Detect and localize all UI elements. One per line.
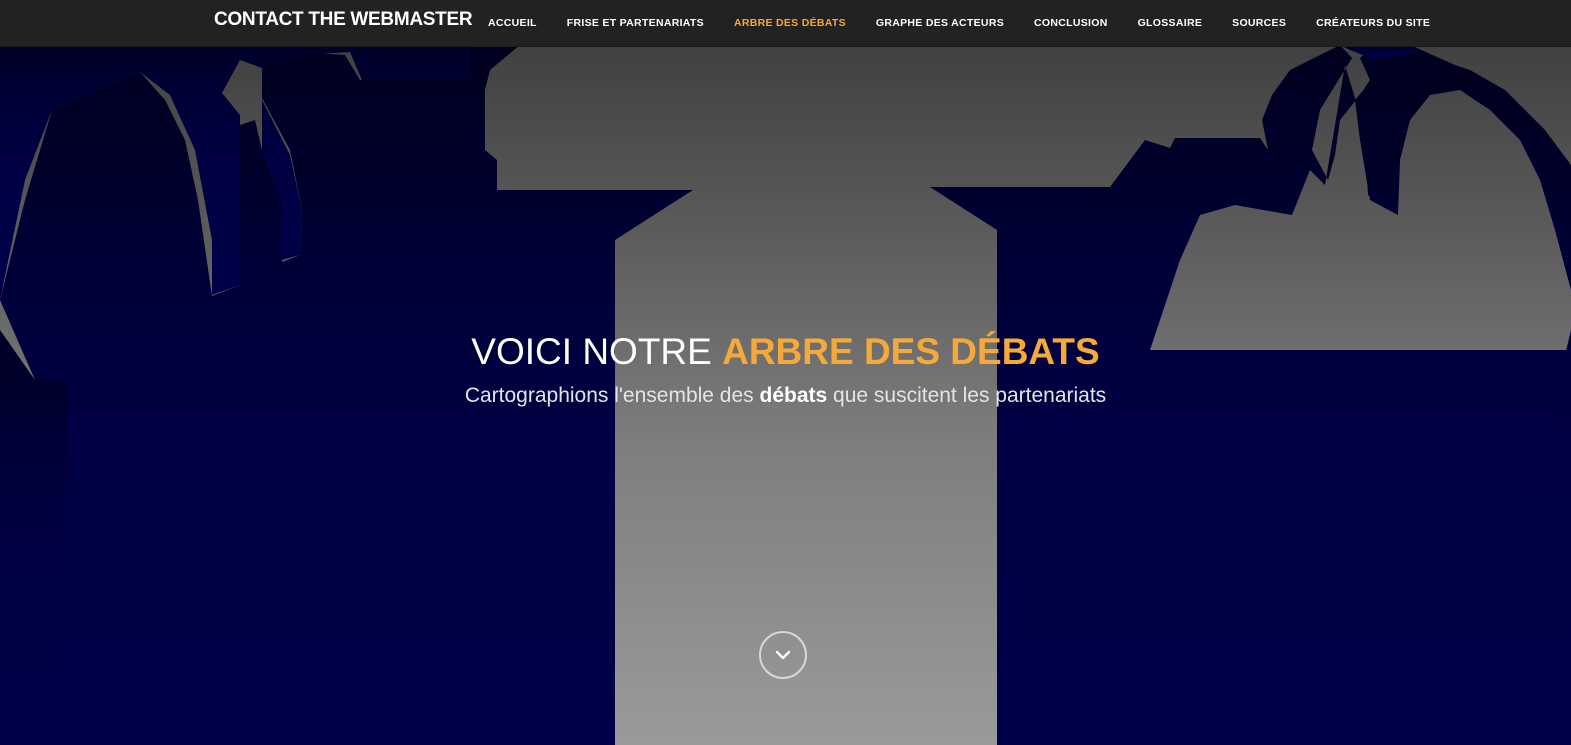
scroll-down-button[interactable] [759, 631, 807, 679]
nav-item-graphe-des-acteurs[interactable]: GRAPHE DES ACTEURS [876, 17, 1004, 29]
hero-subtitle-after: que suscitent les partenariats [827, 384, 1107, 407]
chevron-down-icon [775, 650, 791, 660]
hero-subtitle-before: Cartographions l'ensemble des [464, 384, 760, 407]
hero-subtitle-bold: débats [759, 384, 828, 407]
nav-item-arbre-des-debats[interactable]: ARBRE DES DÉBATS [734, 17, 846, 29]
hero-title-prefix: VOICI NOTRE [471, 331, 723, 372]
nav-item-sources[interactable]: SOURCES [1232, 17, 1286, 29]
hero-subtitle: Cartographions l'ensemble des débats que… [0, 382, 1571, 410]
nav-item-accueil[interactable]: ACCUEIL [488, 17, 537, 29]
nav-menu: ACCUEIL FRISE ET PARTENARIATS ARBRE DES … [488, 0, 1460, 46]
hero-section: VOICI NOTRE ARBRE DES DÉBATS Cartographi… [0, 330, 1571, 410]
top-navbar: CONTACT THE WEBMASTER ACCUEIL FRISE ET P… [0, 0, 1571, 47]
nav-item-createurs-du-site[interactable]: CRÉATEURS DU SITE [1316, 17, 1430, 29]
hero-title-accent: ARBRE DES DÉBATS [722, 331, 1100, 372]
nav-item-frise-et-partenariats[interactable]: FRISE ET PARTENARIATS [567, 17, 704, 29]
nav-item-glossaire[interactable]: GLOSSAIRE [1138, 17, 1203, 29]
brand-link[interactable]: CONTACT THE WEBMASTER [214, 9, 473, 31]
hero-title: VOICI NOTRE ARBRE DES DÉBATS [0, 330, 1571, 374]
nav-item-conclusion[interactable]: CONCLUSION [1034, 17, 1108, 29]
page: CONTACT THE WEBMASTER ACCUEIL FRISE ET P… [0, 0, 1571, 745]
